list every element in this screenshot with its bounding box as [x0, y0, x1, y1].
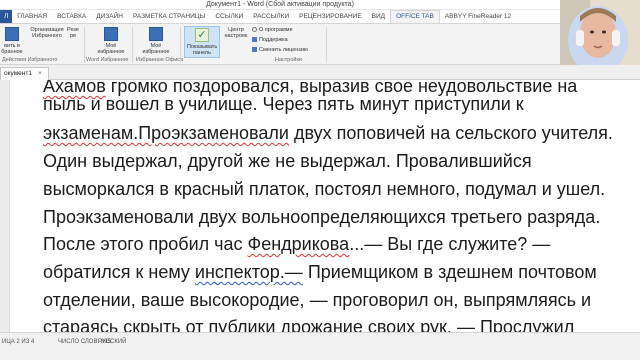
reserve-button[interactable]: Резе рв — [62, 27, 86, 121]
document-tab-strip: окумент1 × — [0, 65, 640, 80]
ribbon-tabs: Л ГЛАВНАЯ ВСТАВКА ДИЗАЙН РАЗМЕТКА СТРАНИ… — [0, 10, 560, 23]
spell-error-word[interactable]: Фендрикова — [248, 234, 350, 254]
tab-view[interactable]: ВИД — [367, 10, 390, 23]
document-tab[interactable]: окумент1 × — [0, 67, 49, 80]
doc-line: После этого пробил час Фендрикова...— Вы… — [43, 234, 551, 254]
webcam-person-image — [560, 0, 640, 70]
info-icon — [252, 27, 257, 32]
left-ruler — [0, 80, 10, 332]
tab-office-tab[interactable]: OFFICE TAB — [390, 10, 440, 23]
page-indicator[interactable]: ИЦА 2 ИЗ 4 — [2, 339, 34, 345]
group-label-fav-actions: Действия Избранного — [2, 57, 58, 63]
license-icon — [252, 47, 257, 52]
tab-page-layout[interactable]: РАЗМЕТКА СТРАНИЦЫ — [128, 10, 210, 23]
office-favorites-button[interactable]: Моё избранное — [138, 27, 174, 55]
word-favorites-button[interactable]: Моё избранное — [94, 27, 128, 55]
change-license-button[interactable]: Сменить лицензию — [252, 47, 308, 54]
about-button[interactable]: О программе — [252, 27, 293, 34]
support-button[interactable]: Поддержка — [252, 37, 288, 44]
show-panel-button[interactable]: ✓ Показывать панель — [184, 26, 220, 58]
tab-insert[interactable]: ВСТАВКА — [52, 10, 91, 23]
tab-mailings[interactable]: РАССЫЛКИ — [248, 10, 294, 23]
doc-line: стараясь скрыть от публики дрожание свои… — [43, 317, 575, 332]
group-label-settings: Настройки — [275, 57, 302, 63]
doc-line: пыль и вошел в училище. Через пять минут… — [43, 94, 524, 114]
doc-line: Один выдержал, другой же не выдержал. Пр… — [43, 151, 532, 171]
language-indicator[interactable]: РУССКИЙ — [98, 339, 126, 345]
close-icon[interactable]: × — [38, 70, 42, 77]
status-bar: ИЦА 2 ИЗ 4 ЧИСЛО СЛОВ: 895 РУССКИЙ — [0, 332, 640, 360]
ribbon-separator — [84, 27, 85, 63]
tab-design[interactable]: ДИЗАЙН — [91, 10, 128, 23]
ribbon: вить в бранное Организация Избранного Ре… — [0, 23, 560, 121]
tab-references[interactable]: ССЫЛКИ — [210, 10, 248, 23]
add-to-favorites-button[interactable]: вить в бранное — [0, 27, 24, 55]
doc-line: экзаменам.Проэкзаменовали двух поповичей… — [43, 123, 613, 143]
tab-abbyy[interactable]: ABBYY FineReader 12 — [440, 10, 516, 23]
title-bar: Документ1 - Word (Сбой активации продукт… — [0, 0, 560, 10]
settings-center-button[interactable]: Центр настроек — [222, 27, 250, 121]
organize-favorites-button[interactable]: Организация Избранного — [30, 27, 64, 121]
checkmark-icon: ✓ — [195, 28, 209, 42]
doc-line: обратился к нему инспектор.— Приемщиком … — [43, 262, 597, 282]
ribbon-separator — [132, 27, 133, 63]
star-icon — [5, 27, 19, 41]
support-icon — [252, 37, 257, 42]
ribbon-separator — [326, 27, 327, 63]
doc-line: отделении, ваше высокородие, — проговори… — [43, 290, 592, 310]
word-doc-icon — [104, 27, 118, 41]
doc-line: высморкался в красный платок, постоял не… — [43, 179, 606, 199]
grammar-error-word[interactable]: инспектор.— — [195, 262, 303, 282]
doc-line: Проэкзаменовали двух вольноопределяющихс… — [43, 207, 601, 227]
group-label-office-fav: Избранное Офиса — [136, 57, 184, 63]
group-label-word-fav: Word Избранное — [86, 57, 129, 63]
window-title: Документ1 - Word (Сбой активации продукт… — [206, 1, 354, 8]
ribbon-separator — [180, 27, 181, 63]
webcam-overlay — [560, 0, 640, 70]
spell-error-word[interactable]: экзаменам.Проэкзаменовали — [43, 123, 289, 143]
office-doc-icon — [149, 27, 163, 41]
document-page[interactable]: Ахамов громко поздоровался, выразив свое… — [10, 80, 640, 332]
tab-review[interactable]: РЕЦЕНЗИРОВАНИЕ — [294, 10, 367, 23]
tab-file[interactable]: Л — [0, 10, 13, 23]
tab-home[interactable]: ГЛАВНАЯ — [12, 10, 52, 23]
word-window: { "window": { "title": "Документ1 - Word… — [0, 0, 640, 360]
